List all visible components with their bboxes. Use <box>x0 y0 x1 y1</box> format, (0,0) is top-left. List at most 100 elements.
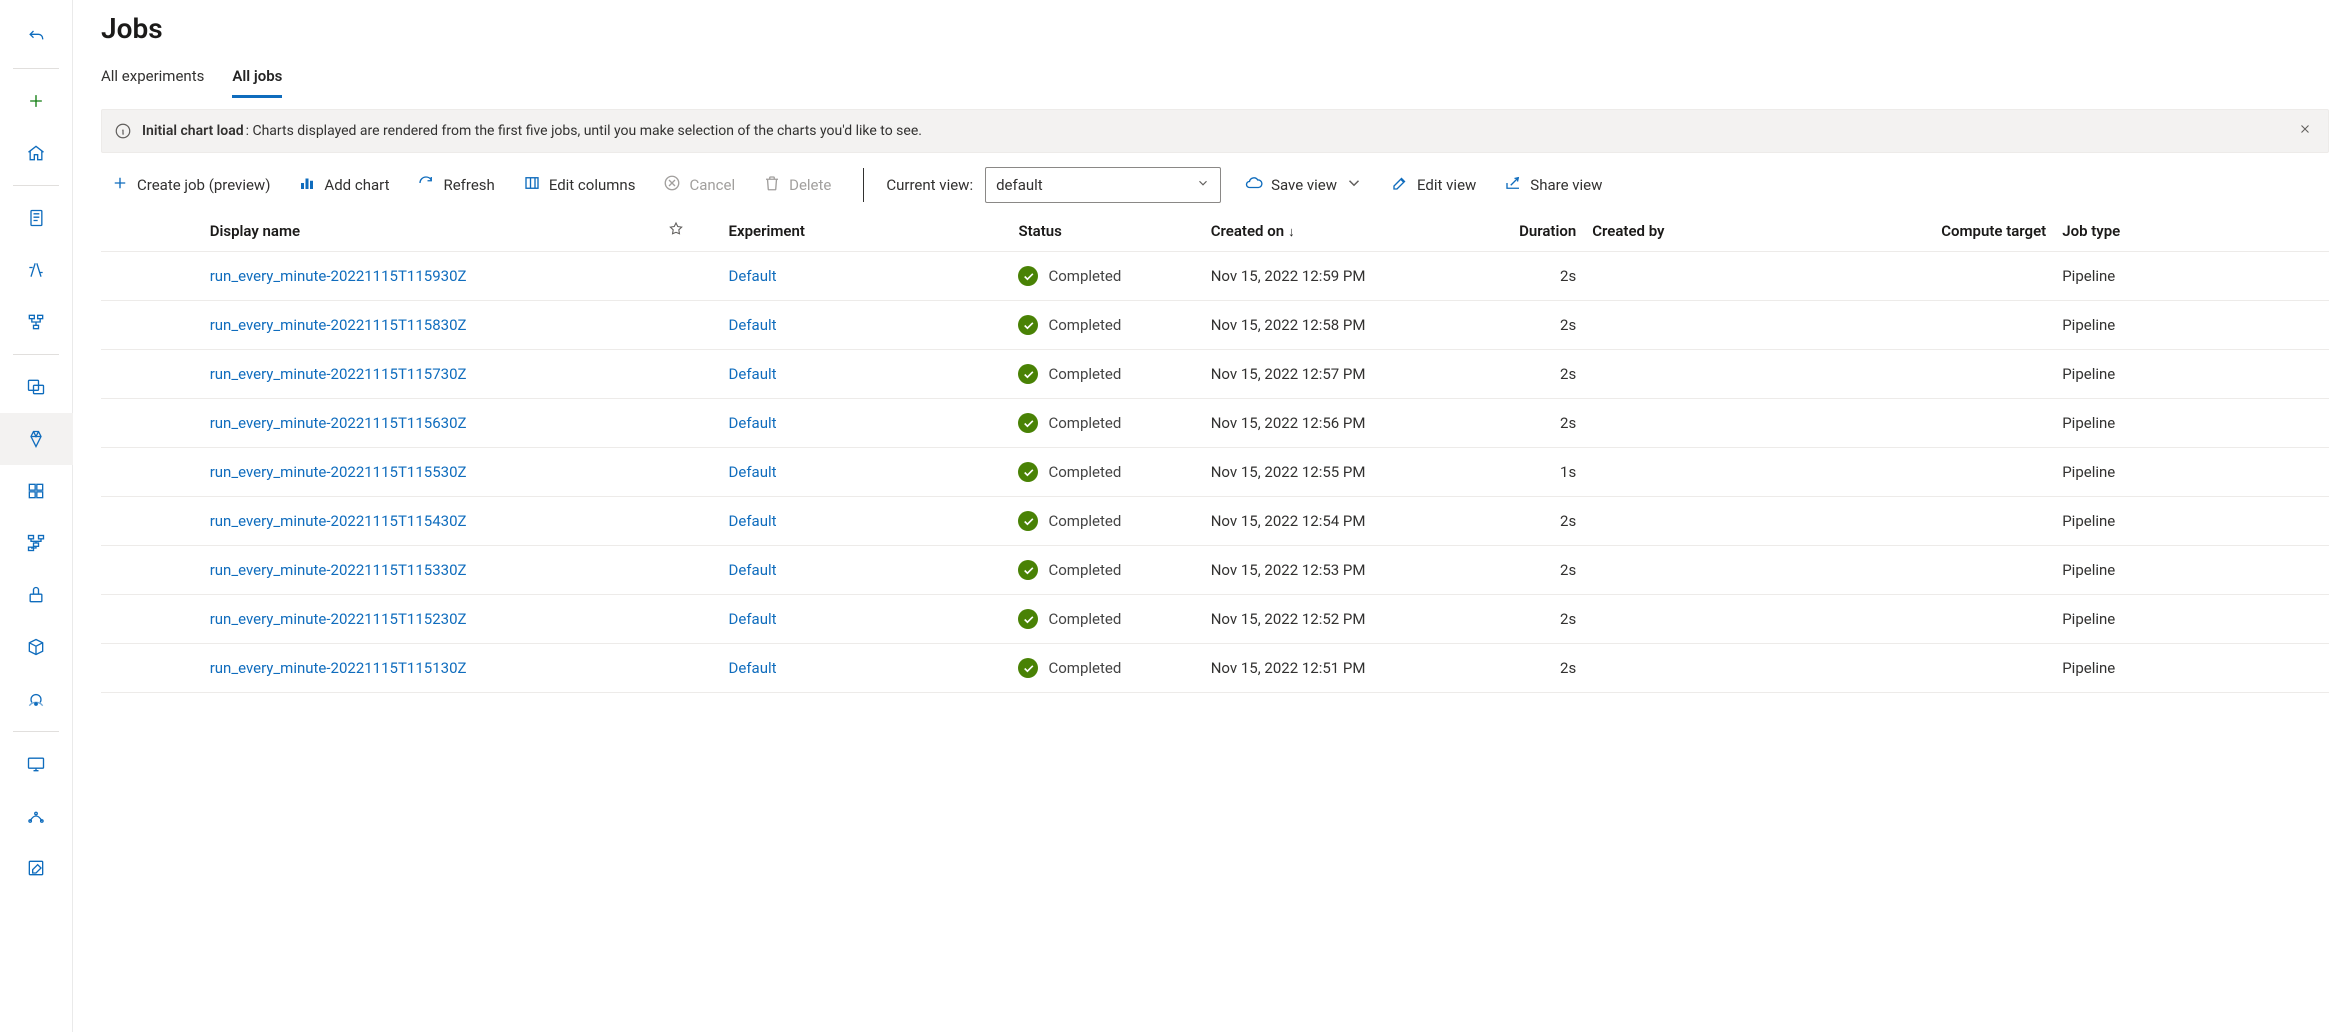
notebook-icon[interactable] <box>0 192 73 244</box>
edit-view-button[interactable]: Edit view <box>1381 168 1486 202</box>
experiment-link[interactable]: Default <box>729 610 777 628</box>
refresh-button[interactable]: Refresh <box>407 168 504 202</box>
job-link[interactable]: run_every_minute-20221115T115830Z <box>210 316 467 334</box>
row-checkbox[interactable] <box>101 497 171 546</box>
experiment-link[interactable]: Default <box>729 267 777 285</box>
sort-down-icon: ↓ <box>1288 225 1295 240</box>
cell-favorite[interactable] <box>660 448 721 497</box>
back-icon[interactable] <box>0 10 73 62</box>
pipelines-icon[interactable] <box>0 517 73 569</box>
experiment-link[interactable]: Default <box>729 414 777 432</box>
experiment-link[interactable]: Default <box>729 512 777 530</box>
column-duration[interactable]: Duration <box>1477 211 1584 252</box>
table-row[interactable]: run_every_minute-20221115T115730Z Defaul… <box>101 350 2329 399</box>
cell-display-name: run_every_minute-20221115T115530Z <box>202 448 660 497</box>
row-checkbox[interactable] <box>101 448 171 497</box>
row-checkbox[interactable] <box>101 350 171 399</box>
table-row[interactable]: run_every_minute-20221115T115430Z Defaul… <box>101 497 2329 546</box>
job-link[interactable]: run_every_minute-20221115T115930Z <box>210 267 467 285</box>
row-checkbox[interactable] <box>101 252 171 301</box>
models-icon[interactable] <box>0 621 73 673</box>
column-status[interactable]: Status <box>1010 211 1202 252</box>
tab-all-jobs[interactable]: All jobs <box>232 61 282 98</box>
automl-icon[interactable] <box>0 244 73 296</box>
column-experiment[interactable]: Experiment <box>721 211 1011 252</box>
close-icon[interactable] <box>2294 118 2316 144</box>
row-checkbox[interactable] <box>101 399 171 448</box>
row-expand[interactable] <box>171 497 202 546</box>
experiment-link[interactable]: Default <box>729 316 777 334</box>
save-view-button[interactable]: Save view <box>1235 168 1373 202</box>
row-checkbox[interactable] <box>101 595 171 644</box>
column-compute-target[interactable]: Compute target <box>1844 211 2055 252</box>
table-row[interactable]: run_every_minute-20221115T115830Z Defaul… <box>101 301 2329 350</box>
row-checkbox[interactable] <box>101 644 171 693</box>
cell-favorite[interactable] <box>660 644 721 693</box>
cell-favorite[interactable] <box>660 301 721 350</box>
table-row[interactable]: run_every_minute-20221115T115330Z Defaul… <box>101 546 2329 595</box>
components-icon[interactable] <box>0 465 73 517</box>
table-row[interactable]: run_every_minute-20221115T115530Z Defaul… <box>101 448 2329 497</box>
column-created-by[interactable]: Created by <box>1584 211 1843 252</box>
cell-favorite[interactable] <box>660 252 721 301</box>
cell-favorite[interactable] <box>660 497 721 546</box>
experiment-link[interactable]: Default <box>729 365 777 383</box>
table-row[interactable]: run_every_minute-20221115T115630Z Defaul… <box>101 399 2329 448</box>
row-expand[interactable] <box>171 252 202 301</box>
cell-favorite[interactable] <box>660 399 721 448</box>
cell-favorite[interactable] <box>660 595 721 644</box>
info-banner: Initial chart load: Charts displayed are… <box>101 109 2329 153</box>
table-row[interactable]: run_every_minute-20221115T115930Z Defaul… <box>101 252 2329 301</box>
row-expand[interactable] <box>171 350 202 399</box>
row-expand[interactable] <box>171 644 202 693</box>
designer-icon[interactable] <box>0 296 73 348</box>
row-checkbox[interactable] <box>101 546 171 595</box>
job-link[interactable]: run_every_minute-20221115T115530Z <box>210 463 467 481</box>
linked-icon[interactable] <box>0 790 73 842</box>
plus-icon[interactable] <box>0 75 73 127</box>
experiment-link[interactable]: Default <box>729 659 777 677</box>
cell-favorite[interactable] <box>660 546 721 595</box>
job-link[interactable]: run_every_minute-20221115T115730Z <box>210 365 467 383</box>
row-expand[interactable] <box>171 301 202 350</box>
check-circle-icon <box>1018 560 1038 580</box>
column-job-type[interactable]: Job type <box>2054 211 2329 252</box>
status-text: Completed <box>1048 365 1121 383</box>
job-link[interactable]: run_every_minute-20221115T115130Z <box>210 659 467 677</box>
home-icon[interactable] <box>0 127 73 179</box>
cell-created-on: Nov 15, 2022 12:51 PM <box>1203 644 1478 693</box>
row-expand[interactable] <box>171 448 202 497</box>
table-row[interactable]: run_every_minute-20221115T115130Z Defaul… <box>101 644 2329 693</box>
cell-display-name: run_every_minute-20221115T115830Z <box>202 301 660 350</box>
current-view-select[interactable]: default <box>985 167 1221 203</box>
column-display-name[interactable]: Display name <box>202 211 660 252</box>
table-row[interactable]: run_every_minute-20221115T115230Z Defaul… <box>101 595 2329 644</box>
share-view-button[interactable]: Share view <box>1494 168 1612 202</box>
row-expand[interactable] <box>171 546 202 595</box>
add-chart-label: Add chart <box>324 176 389 194</box>
tab-all-experiments[interactable]: All experiments <box>101 61 204 98</box>
job-link[interactable]: run_every_minute-20221115T115630Z <box>210 414 467 432</box>
column-favorite[interactable] <box>660 211 721 252</box>
data-labeling-icon[interactable] <box>0 842 73 894</box>
column-checkbox[interactable] <box>101 211 171 252</box>
jobs-icon[interactable] <box>0 413 73 465</box>
environments-icon[interactable] <box>0 569 73 621</box>
row-expand[interactable] <box>171 399 202 448</box>
data-icon[interactable] <box>0 361 73 413</box>
row-checkbox[interactable] <box>101 301 171 350</box>
compute-icon[interactable] <box>0 738 73 790</box>
create-job-button[interactable]: Create job (preview) <box>101 168 280 202</box>
add-chart-button[interactable]: Add chart <box>288 168 399 202</box>
experiment-link[interactable]: Default <box>729 561 777 579</box>
endpoints-icon[interactable] <box>0 673 73 725</box>
edit-columns-button[interactable]: Edit columns <box>513 168 646 202</box>
experiment-link[interactable]: Default <box>729 463 777 481</box>
tabs: All experiments All jobs <box>73 55 2335 99</box>
job-link[interactable]: run_every_minute-20221115T115230Z <box>210 610 467 628</box>
cell-favorite[interactable] <box>660 350 721 399</box>
job-link[interactable]: run_every_minute-20221115T115330Z <box>210 561 467 579</box>
job-link[interactable]: run_every_minute-20221115T115430Z <box>210 512 467 530</box>
row-expand[interactable] <box>171 595 202 644</box>
column-created-on[interactable]: Created on↓ <box>1203 211 1478 252</box>
